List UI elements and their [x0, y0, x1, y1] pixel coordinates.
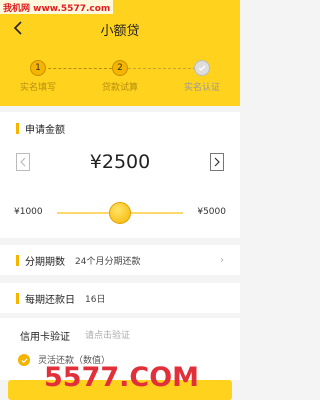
slider-min: ¥1000 [14, 207, 43, 217]
step-connector [38, 68, 112, 69]
installments-row[interactable]: 分期期数 24个月分期还款 › [0, 245, 240, 275]
check-icon [20, 357, 28, 363]
watermark-site: 我机网 www.5577.com [0, 0, 114, 14]
slider-knob[interactable] [109, 202, 131, 224]
chevron-right-icon [214, 157, 220, 167]
repay-day-value: 16日 [85, 294, 106, 305]
watermark-logo: 5577.COM [44, 362, 200, 393]
amount-title: 申请金额 [25, 125, 65, 136]
installments-title: 分期期数 [25, 256, 65, 268]
repay-day-row: 每期还款日 16日 [0, 283, 240, 313]
step-3-label: 实名认证 [183, 83, 220, 93]
section-marker [16, 123, 19, 134]
step-2-label: 贷款试算 [101, 83, 138, 93]
installments-value: 24个月分期还款 [75, 256, 141, 267]
flexible-checkbox[interactable] [18, 354, 30, 366]
amount-slider[interactable]: ¥1000 ¥5000 [14, 200, 226, 226]
step-2-circle: 2 [112, 60, 128, 76]
credit-card-label: 信用卡验证 [20, 332, 70, 343]
step-3-circle [194, 60, 210, 76]
credit-card-verify-link[interactable]: 请点击验证 [85, 328, 130, 341]
increase-button[interactable] [209, 153, 224, 171]
amount-selector: ¥2500 [16, 150, 224, 174]
step-connector [128, 68, 196, 69]
section-marker [16, 254, 19, 266]
page-title: 小额贷 [100, 24, 140, 39]
step-1-label: 实名填写 [19, 83, 56, 93]
decrease-button[interactable] [16, 153, 30, 171]
slider-max: ¥5000 [197, 207, 226, 217]
chevron-left-icon [20, 157, 26, 167]
loan-amount: ¥2500 [89, 151, 151, 173]
check-icon [198, 65, 206, 71]
installments-label: 分期期数 [16, 253, 65, 268]
section-marker [16, 292, 19, 304]
chevron-right-icon: › [220, 254, 224, 266]
amount-section-title: 申请金额 [16, 121, 65, 136]
step-1-circle: 1 [30, 60, 46, 76]
repay-day-label: 每期还款日 [16, 291, 75, 306]
repay-day-title: 每期还款日 [25, 294, 75, 306]
